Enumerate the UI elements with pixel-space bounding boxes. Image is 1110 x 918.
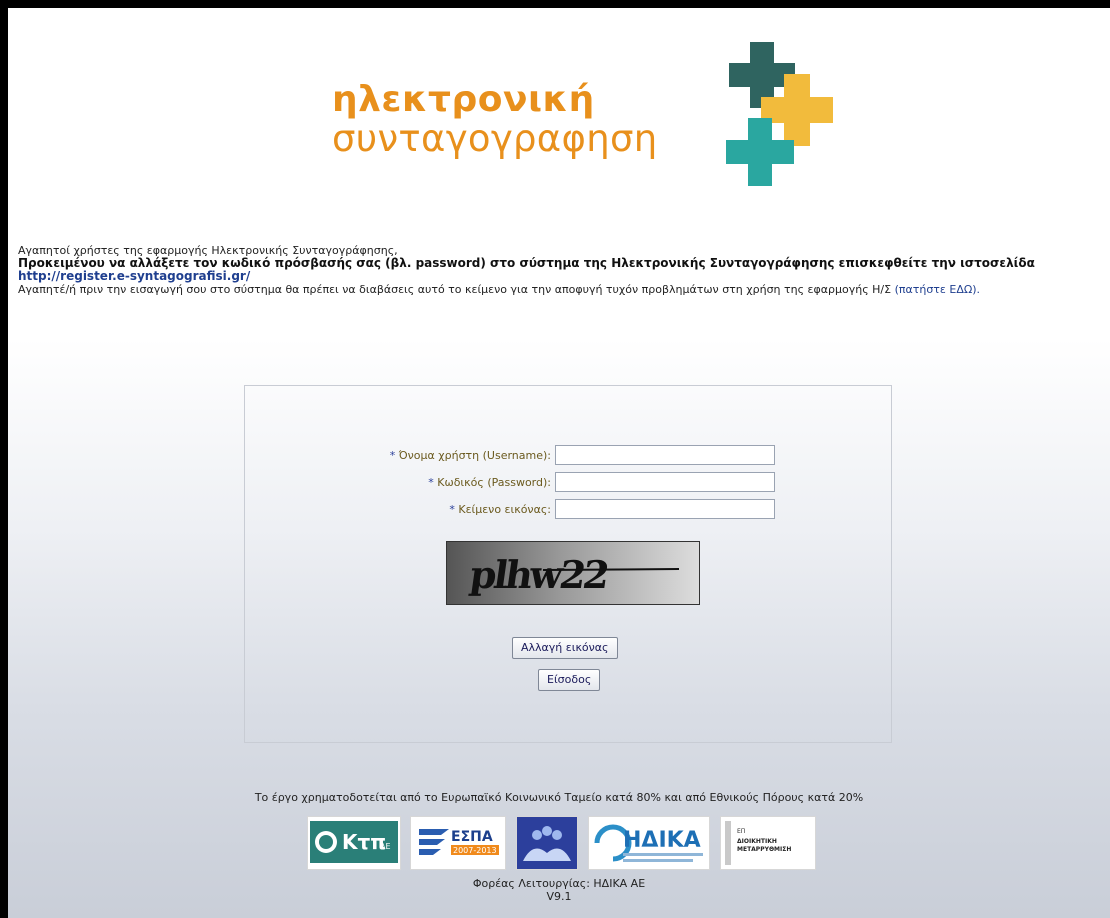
required-mark: * xyxy=(428,476,434,489)
admin-reform-logo-line-1: ΔΙΟΙΚΗΤΙΚΗ xyxy=(737,838,777,845)
captcha-image: plhw22 xyxy=(446,541,700,605)
version-text: V9.1 xyxy=(546,890,572,903)
password-input[interactable] xyxy=(555,472,775,492)
logo-line-1: ηλεκτρονική xyxy=(332,79,595,120)
username-input[interactable] xyxy=(555,445,775,465)
captcha-text: plhw22 xyxy=(467,553,610,598)
captcha-label-text: Κείμενο εικόνας: xyxy=(458,503,551,516)
password-row: * Κωδικός (Password): xyxy=(245,472,891,494)
captcha-graphic: plhw22 xyxy=(467,553,680,598)
notice-block: Αγαπητοί χρήστες της εφαρμογής Ηλεκτρονι… xyxy=(18,244,1035,296)
password-label-text: Κωδικός (Password): xyxy=(437,476,551,489)
change-image-button[interactable]: Αλλαγή εικόνας xyxy=(512,637,618,659)
funding-text: Το έργο χρηματοδοτείται από το Ευρωπαϊκό… xyxy=(254,791,864,804)
sponsor-logos: Κτπ ΑΕ ΕΣΠΑ 2007-2013 ΗΔΙΚΑ ΕΠ ΔΙΟΙΚΗΤΙΚ… xyxy=(307,816,817,870)
logo-wordmark: ηλεκτρονική συνταγογραφηση xyxy=(332,80,657,158)
cross-teal xyxy=(726,118,794,186)
username-label-text: Όνομα χρήστη (Username): xyxy=(398,449,551,462)
admin-reform-logo-line-2: ΜΕΤΑΡΡΥΘΜΙΣΗ xyxy=(737,846,791,853)
idika-logo-name: ΗΔΙΚΑ xyxy=(623,828,701,853)
hands-logo xyxy=(516,816,578,870)
required-mark: * xyxy=(389,449,396,462)
logo-line-2: συνταγογραφηση xyxy=(332,117,658,160)
ktp-logo-suffix: ΑΕ xyxy=(380,842,391,851)
idika-logo: ΗΔΙΚΑ xyxy=(588,816,710,870)
captcha-row: * Κείμενο εικόνας: xyxy=(245,499,891,521)
page-frame: ηλεκτρονική συνταγογραφηση Αγαπητοί χρήσ… xyxy=(8,8,1110,918)
notice-read-text: Αγαπητέ/ή πριν την εισαγωγή σου στο σύστ… xyxy=(18,283,892,296)
logo-crosses-icon xyxy=(726,42,833,186)
required-mark: * xyxy=(449,503,455,516)
login-panel: * Όνομα χρήστη (Username): * Κωδικός (Pa… xyxy=(244,385,892,743)
notice-read-line: Αγαπητέ/ή πριν την εισαγωγή σου στο σύστ… xyxy=(18,283,1035,296)
password-label: * Κωδικός (Password): xyxy=(428,476,551,489)
admin-reform-logo-prefix: ΕΠ xyxy=(737,828,745,835)
espa-logo-years: 2007-2013 xyxy=(453,846,497,855)
captcha-strike xyxy=(542,568,680,571)
login-button[interactable]: Είσοδος xyxy=(538,669,601,691)
operator-text: Φορέας Λειτουργίας: ΗΔΙΚΑ ΑΕ xyxy=(472,877,646,890)
admin-reform-logo: ΕΠ ΔΙΟΙΚΗΤΙΚΗ ΜΕΤΑΡΡΥΘΜΙΣΗ xyxy=(720,816,816,870)
register-link[interactable]: http://register.e-syntagografisi.gr/ xyxy=(18,269,250,283)
espa-logo: ΕΣΠΑ 2007-2013 xyxy=(410,816,506,870)
ktp-logo: Κτπ ΑΕ xyxy=(307,816,401,870)
read-here-link[interactable]: (πατήστε ΕΔΩ). xyxy=(895,283,980,296)
username-label: * Όνομα χρήστη (Username): xyxy=(390,449,551,462)
username-row: * Όνομα χρήστη (Username): xyxy=(245,445,891,467)
espa-logo-name: ΕΣΠΑ xyxy=(451,829,493,845)
operator-block: Φορέας Λειτουργίας: ΗΔΙΚΑ ΑΕ V9.1 xyxy=(8,877,1110,903)
captcha-input[interactable] xyxy=(555,499,775,519)
header-banner: ηλεκτρονική συνταγογραφηση xyxy=(8,22,1110,194)
captcha-label: * Κείμενο εικόνας: xyxy=(449,503,551,516)
